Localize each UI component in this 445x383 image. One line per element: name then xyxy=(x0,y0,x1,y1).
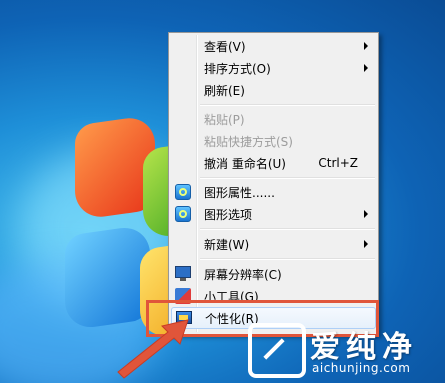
graphics-options-icon xyxy=(175,206,191,222)
menu-item-label: 图形选项 xyxy=(204,207,253,222)
menu-item-label: 排序方式(O) xyxy=(204,61,271,76)
watermark-logo-icon xyxy=(248,323,306,378)
menu-item-label: 屏幕分辨率(C) xyxy=(204,267,282,282)
submenu-arrow-icon xyxy=(364,42,368,50)
menu-item-sort-by[interactable]: 排序方式(O) xyxy=(171,57,376,79)
menu-item-label: 撤消 重命名(U) xyxy=(204,156,286,171)
menu-item-paste: 粘贴(P) xyxy=(171,108,376,130)
menu-item-undo-rename[interactable]: 撤消 重命名(U) Ctrl+Z xyxy=(171,152,376,174)
monitor-icon xyxy=(175,266,191,281)
graphics-properties-icon xyxy=(175,184,191,200)
menu-item-label: 粘贴(P) xyxy=(204,112,245,127)
submenu-arrow-icon xyxy=(364,210,368,218)
watermark-url: aichunjing.com xyxy=(312,361,411,375)
pointer-arrow-icon xyxy=(117,319,189,379)
menu-item-graphics-properties[interactable]: 图形属性...... xyxy=(171,181,376,203)
menu-separator xyxy=(200,104,375,106)
menu-item-view[interactable]: 查看(V) xyxy=(171,35,376,57)
menu-item-refresh[interactable]: 刷新(E) xyxy=(171,79,376,101)
desktop-context-menu: 查看(V) 排序方式(O) 刷新(E) 粘贴(P) 粘贴快捷方式(S) 撤消 重… xyxy=(168,32,379,335)
menu-item-shortcut: Ctrl+Z xyxy=(318,156,358,170)
menu-separator xyxy=(200,258,375,260)
menu-item-label: 图形属性...... xyxy=(204,185,275,200)
menu-item-paste-shortcut: 粘贴快捷方式(S) xyxy=(171,130,376,152)
menu-item-screen-resolution[interactable]: 屏幕分辨率(C) xyxy=(171,263,376,285)
submenu-arrow-icon xyxy=(364,64,368,72)
watermark: 爱纯净 aichunjing.com xyxy=(248,320,445,383)
menu-item-label: 新建(W) xyxy=(204,237,250,252)
submenu-arrow-icon xyxy=(364,240,368,248)
menu-item-label: 粘贴快捷方式(S) xyxy=(204,134,293,149)
menu-item-graphics-options[interactable]: 图形选项 xyxy=(171,203,376,225)
watermark-title: 爱纯净 xyxy=(310,330,418,365)
menu-item-new[interactable]: 新建(W) xyxy=(171,233,376,255)
menu-separator xyxy=(200,177,375,179)
menu-separator xyxy=(200,228,375,230)
menu-item-label: 查看(V) xyxy=(204,39,246,54)
menu-item-label: 刷新(E) xyxy=(204,83,245,98)
